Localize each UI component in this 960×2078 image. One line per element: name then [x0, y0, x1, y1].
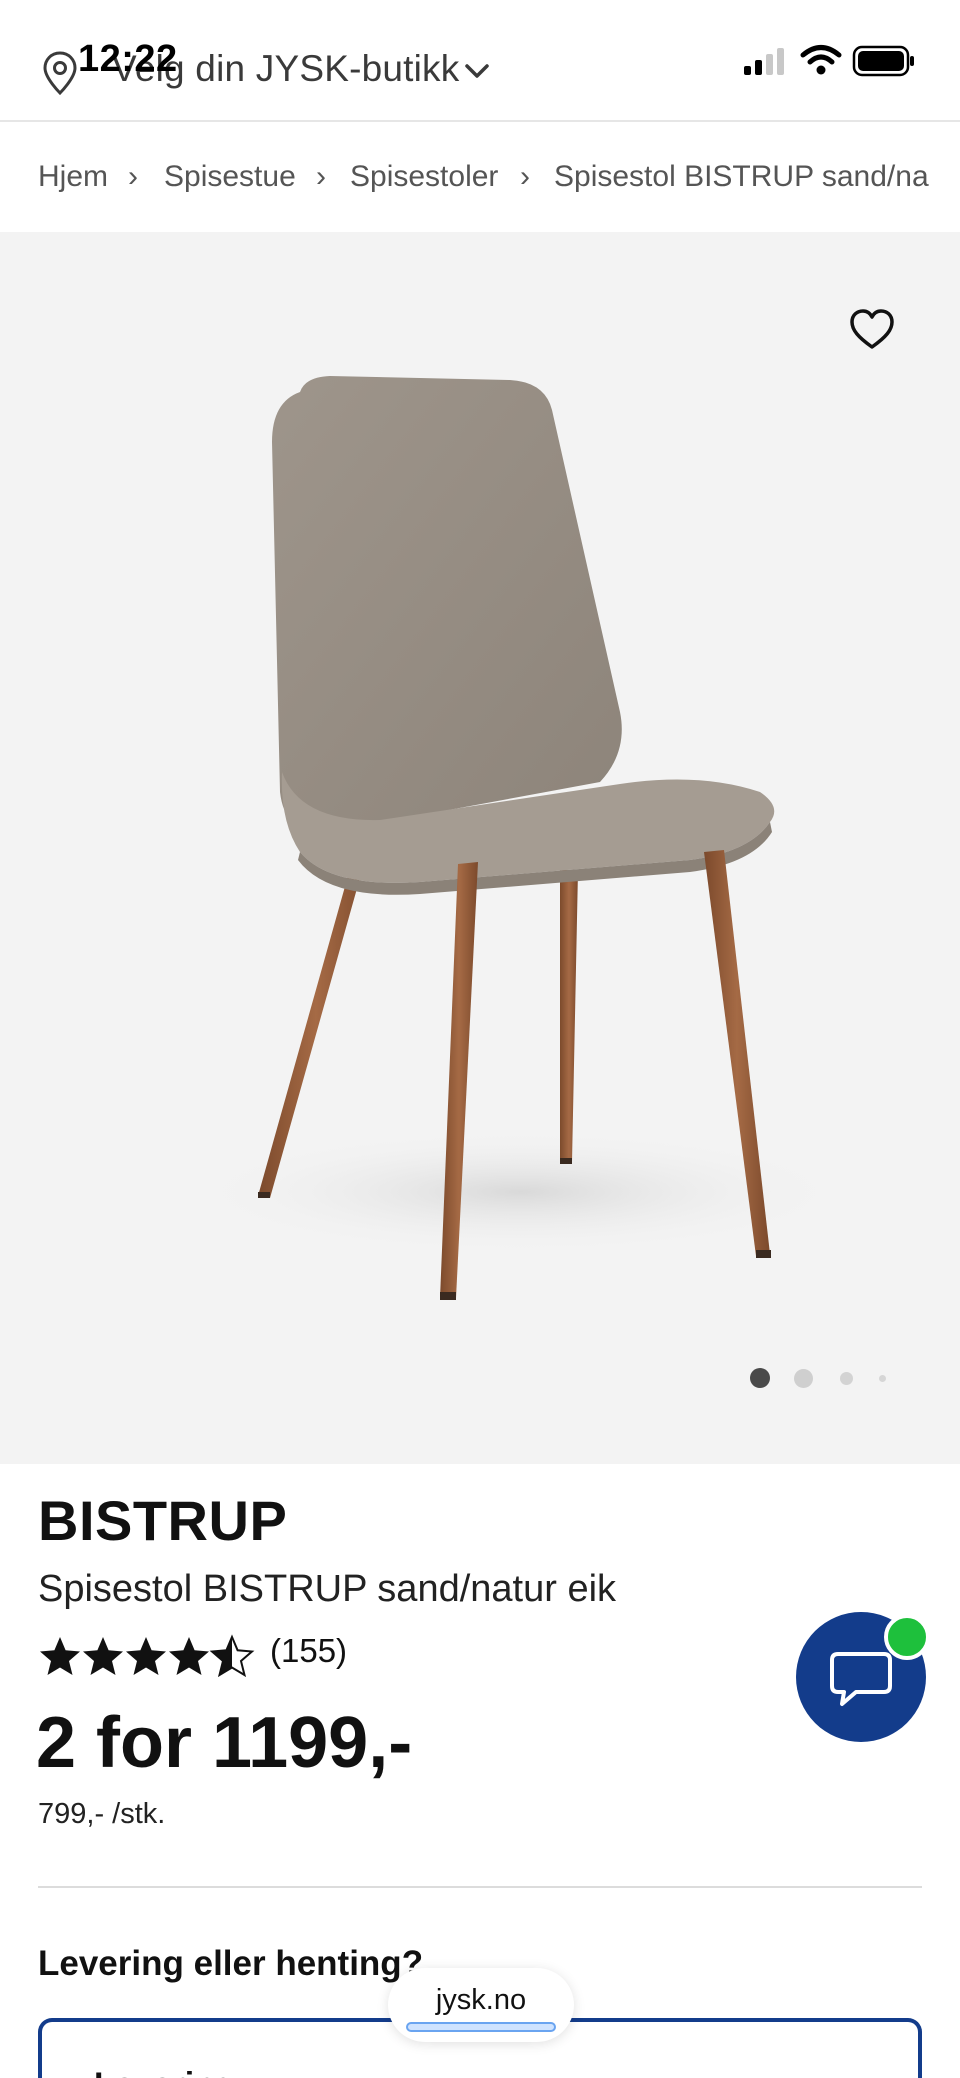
breadcrumb-home[interactable]: Hjem: [38, 160, 108, 194]
star-icon: [83, 1637, 123, 1675]
delivery-option-label: Levering: [94, 2066, 236, 2078]
unit-price: 799,- /stk.: [38, 1798, 166, 1830]
browser-url-bar[interactable]: jysk.no: [388, 1968, 574, 2042]
divider: [38, 1886, 922, 1888]
review-count[interactable]: (155): [270, 1632, 347, 1670]
product-price: 2 for 1199,-: [36, 1703, 413, 1783]
favorite-heart-icon[interactable]: [848, 306, 896, 354]
product-brand: BISTRUP: [38, 1489, 288, 1552]
status-time: 12:22: [78, 38, 178, 80]
breadcrumb-separator: ›: [316, 160, 326, 193]
breadcrumb-spisestoler[interactable]: Spisestoler: [350, 160, 498, 194]
url-text: jysk.no: [435, 1984, 527, 2016]
battery-icon: [852, 45, 914, 77]
star-icon: [126, 1637, 166, 1675]
wifi-icon: [800, 45, 842, 75]
half-star-icon: [211, 1636, 253, 1676]
product-image-gallery[interactable]: [0, 232, 960, 1464]
cellular-signal-icon: [744, 48, 784, 75]
rating-stars[interactable]: [38, 1634, 258, 1678]
breadcrumb-spisestue[interactable]: Spisestue: [164, 160, 296, 194]
breadcrumb: Hjem › Spisestue › Spisestoler › Spisest…: [0, 124, 960, 232]
product-image: [190, 376, 850, 1300]
star-icon: [40, 1637, 80, 1675]
product-name: Spisestol BISTRUP sand/natur eik: [38, 1568, 617, 1610]
top-bar: Velg din JYSK-butikk 12:22: [0, 0, 960, 122]
breadcrumb-separator: ›: [128, 160, 138, 193]
delivery-heading: Levering eller henting?: [38, 1944, 424, 1983]
breadcrumb-separator: ›: [520, 160, 530, 193]
star-icon: [169, 1637, 209, 1675]
breadcrumb-current: Spisestol BISTRUP sand/na: [554, 160, 929, 193]
page-load-indicator: [406, 2022, 556, 2032]
location-pin-icon[interactable]: [42, 50, 78, 96]
chat-bubble-icon: [830, 1652, 892, 1706]
chevron-down-icon[interactable]: [462, 56, 492, 86]
online-status-dot: [884, 1614, 930, 1660]
